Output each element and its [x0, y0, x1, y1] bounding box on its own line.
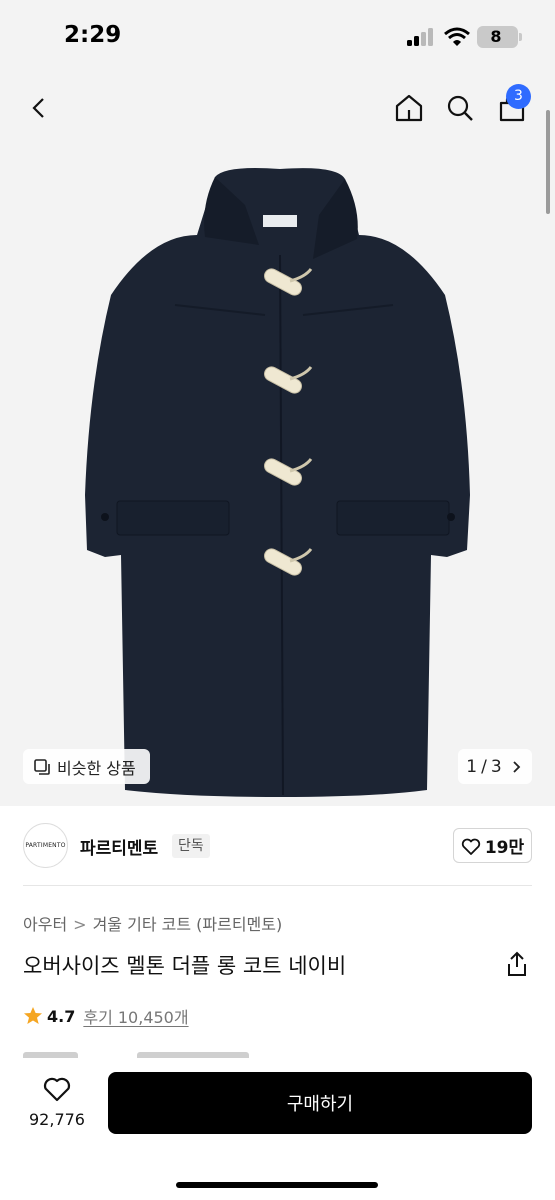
status-bar: 2:29 8: [0, 0, 555, 72]
wishlist-count: 92,776: [29, 1110, 85, 1129]
brand-like-button[interactable]: 19만: [453, 828, 532, 863]
brand-logo-text: PARTIMENTO: [25, 842, 66, 849]
exclusive-tag: 단독: [172, 834, 210, 858]
chevron-right-icon: [513, 760, 520, 773]
search-button[interactable]: [438, 86, 482, 130]
wifi-icon: [444, 27, 470, 46]
battery-level: 8: [490, 27, 502, 46]
top-nav: [0, 78, 555, 138]
breadcrumb-category[interactable]: 아우터: [23, 915, 67, 934]
battery-icon: 8: [477, 26, 522, 48]
product-title: 오버사이즈 멜톤 더플 롱 코트 네이비: [23, 954, 347, 978]
status-time: 2:29: [64, 22, 122, 48]
pager-total: 3: [490, 756, 502, 777]
brand-logo[interactable]: PARTIMENTO: [23, 823, 68, 868]
brand-like-count: 19만: [484, 838, 525, 858]
brand-name[interactable]: 파르티멘토: [80, 834, 158, 859]
buy-button[interactable]: 구매하기: [108, 1072, 532, 1134]
rating-row: 4.7 후기 10,450개: [23, 1004, 189, 1028]
home-button[interactable]: [387, 86, 431, 130]
similar-products-button[interactable]: 비슷한 상품: [23, 749, 150, 784]
breadcrumb: 아우터 > 겨울 기타 코트 (파르티멘토): [23, 911, 282, 935]
breadcrumb-subcategory[interactable]: 겨울 기타 코트 (파르티멘토): [93, 915, 283, 934]
rating-value: 4.7: [47, 1006, 76, 1026]
search-icon: [447, 95, 473, 121]
signal-icon: [407, 28, 435, 46]
product-image-coat[interactable]: [75, 165, 480, 800]
wishlist-button[interactable]: 92,776: [23, 1075, 91, 1129]
image-pager[interactable]: 1 / 3: [458, 749, 532, 784]
back-button[interactable]: [18, 86, 62, 130]
cart-count-badge: 3: [506, 84, 531, 109]
home-icon: [395, 94, 423, 122]
pager-current: 1: [466, 756, 478, 777]
similar-products-label: 비슷한 상품: [57, 758, 136, 778]
divider: [23, 885, 532, 886]
heart-icon: [43, 1077, 71, 1102]
review-count-link[interactable]: 후기 10,450개: [83, 1004, 188, 1028]
copy-icon: [34, 758, 50, 775]
back-icon: [32, 98, 44, 118]
scroll-indicator[interactable]: [546, 110, 550, 214]
share-icon[interactable]: [505, 951, 529, 977]
breadcrumb-separator: >: [73, 915, 87, 934]
home-indicator: [176, 1182, 378, 1188]
star-icon: [24, 1007, 42, 1024]
heart-icon: [461, 838, 480, 855]
pager-separator: /: [481, 756, 487, 777]
